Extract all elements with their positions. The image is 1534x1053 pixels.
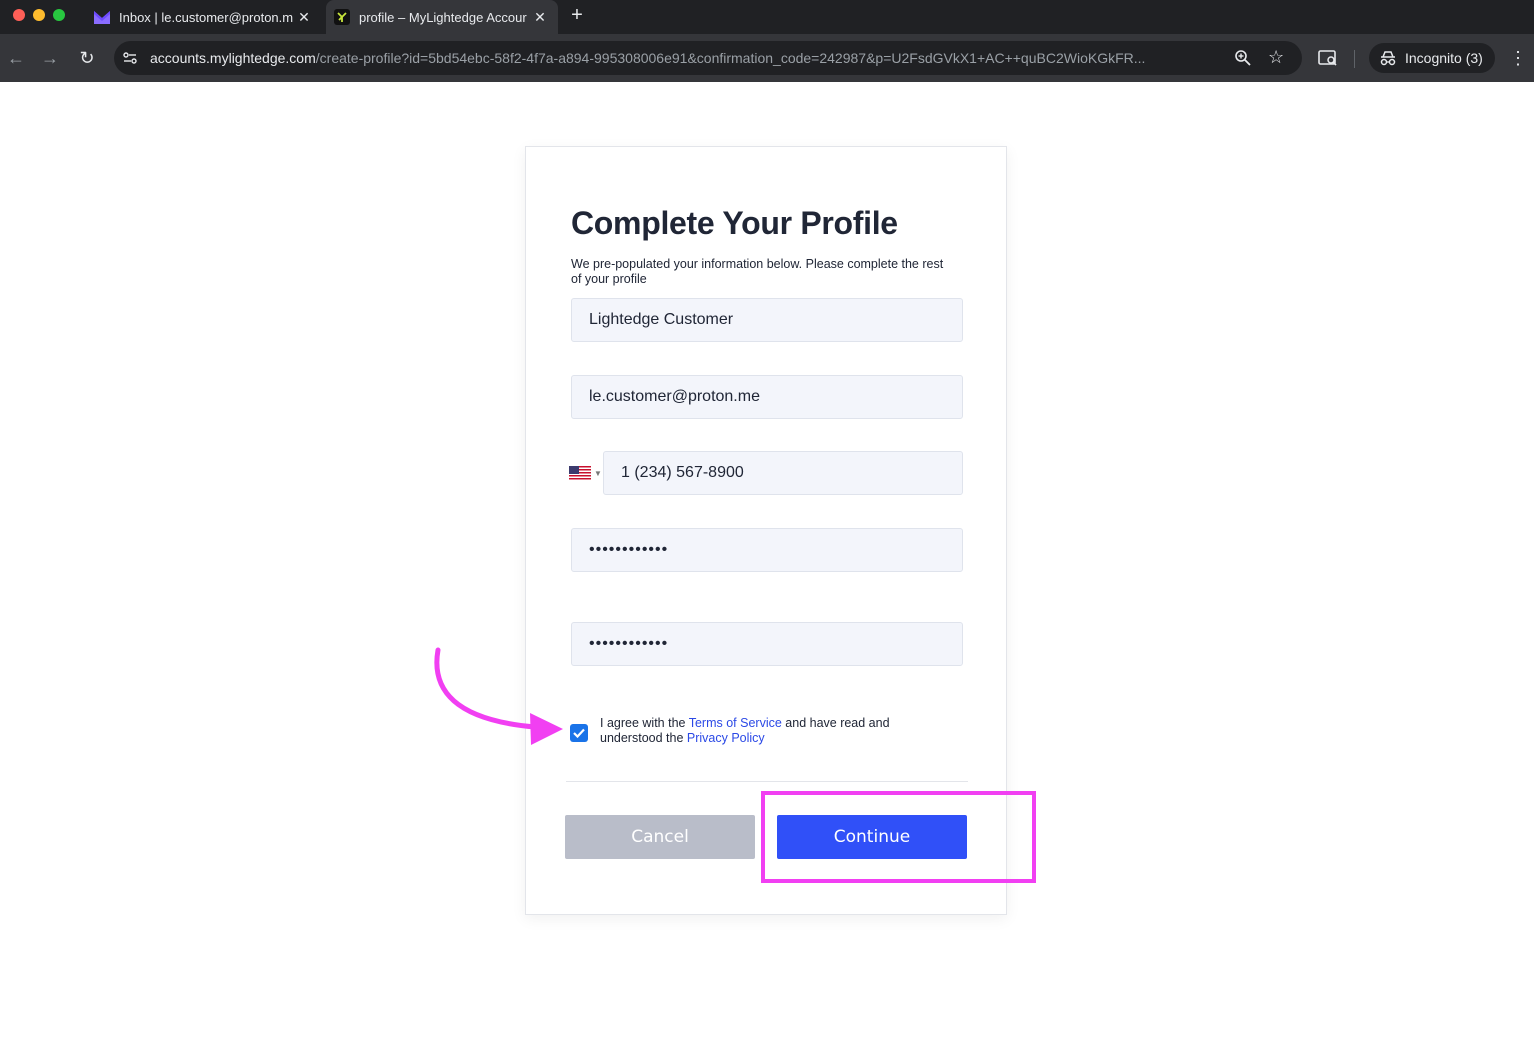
more-options-icon[interactable]: ⋮ — [1508, 46, 1528, 70]
agree-text: I agree with the Terms of Service and ha… — [600, 716, 930, 746]
privacy-policy-link[interactable]: Privacy Policy — [687, 731, 765, 745]
incognito-icon — [1380, 51, 1396, 66]
chevron-down-icon: ▼ — [594, 468, 602, 478]
tab-title: profile – MyLightedge Accour — [359, 9, 527, 25]
tab-profile[interactable]: profile – MyLightedge Accour ✕ — [326, 0, 558, 34]
confirm-password-field[interactable]: •••••••••••• — [571, 622, 963, 666]
close-tab-icon[interactable]: ✕ — [530, 9, 550, 26]
url-path: /create-profile?id=5bd54ebc-58f2-4f7a-a8… — [315, 50, 1146, 66]
proton-mail-icon — [94, 9, 110, 25]
incognito-button[interactable]: Incognito (3) — [1369, 43, 1495, 73]
maximize-window-button[interactable] — [53, 9, 65, 21]
annotation-highlight-box — [761, 791, 1036, 883]
phone-group: ▼ 1 (234) 567-8900 — [569, 451, 963, 495]
reload-icon[interactable]: ↻ — [75, 46, 99, 70]
phone-field[interactable]: 1 (234) 567-8900 — [603, 451, 963, 495]
name-field[interactable]: Lightedge Customer — [571, 298, 963, 342]
url-text: accounts.mylightedge.com/create-profile?… — [150, 50, 1225, 66]
agree-prefix: I agree with the — [600, 716, 689, 730]
country-select[interactable]: ▼ — [569, 465, 603, 481]
email-field[interactable]: le.customer@proton.me — [571, 375, 963, 419]
page-title: Complete Your Profile — [571, 205, 898, 241]
us-flag-icon — [569, 465, 591, 481]
forward-icon[interactable]: → — [38, 46, 62, 70]
password-field[interactable]: •••••••••••• — [571, 528, 963, 572]
browser-toolbar: ← → ↻ accounts.mylightedge.com/create-pr… — [0, 34, 1534, 82]
tab-inbox[interactable]: Inbox | le.customer@proton.m ✕ — [86, 2, 322, 32]
terms-of-service-link[interactable]: Terms of Service — [689, 716, 782, 730]
zoom-icon[interactable] — [1234, 49, 1252, 67]
close-window-button[interactable] — [13, 9, 25, 21]
url-host: accounts.mylightedge.com — [150, 50, 316, 66]
tab-search-icon[interactable] — [1316, 46, 1340, 70]
bookmark-star-icon[interactable]: ☆ — [1268, 47, 1284, 68]
lightedge-icon — [334, 9, 350, 25]
browser-tab-bar: Inbox | le.customer@proton.m ✕ profile –… — [0, 0, 1534, 34]
back-icon[interactable]: ← — [4, 46, 28, 70]
toolbar-divider — [1354, 50, 1355, 68]
cancel-button[interactable]: Cancel — [565, 815, 755, 859]
site-settings-icon[interactable] — [122, 50, 138, 66]
annotation-arrow — [434, 647, 563, 745]
incognito-label: Incognito (3) — [1405, 50, 1483, 66]
close-tab-icon[interactable]: ✕ — [294, 9, 314, 26]
form-divider — [566, 781, 968, 782]
tab-title: Inbox | le.customer@proton.m — [119, 9, 294, 25]
new-tab-button[interactable]: + — [566, 4, 588, 26]
address-bar[interactable]: accounts.mylightedge.com/create-profile?… — [114, 41, 1302, 75]
intro-text: We pre-populated your information below.… — [571, 257, 944, 286]
minimize-window-button[interactable] — [33, 9, 45, 21]
